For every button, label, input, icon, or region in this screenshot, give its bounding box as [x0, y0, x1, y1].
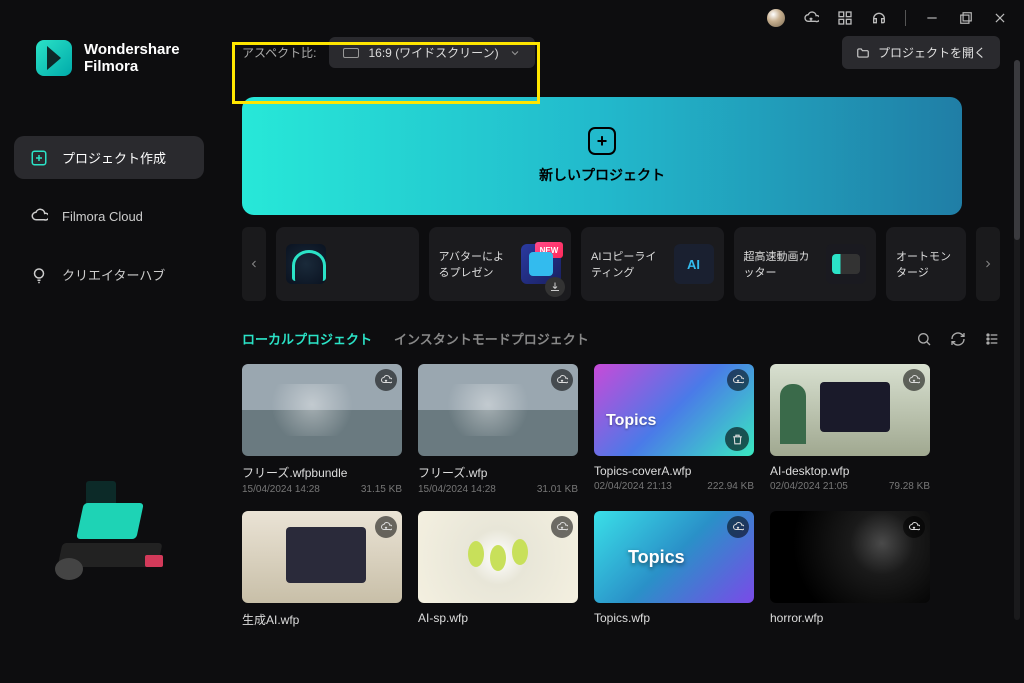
project-thumbnail[interactable]	[770, 511, 930, 603]
cloud-upload-icon[interactable]	[903, 369, 925, 391]
brand-line2: Filmora	[84, 58, 180, 75]
brand-line1: Wondershare	[84, 41, 180, 58]
feature-label: 超高速動画カッター	[744, 248, 819, 280]
ratio-rect-icon	[343, 48, 359, 58]
project-date: 02/04/2024 21:05	[770, 481, 848, 492]
ai-icon	[674, 244, 714, 284]
project-name: Topics.wfp	[594, 611, 754, 625]
lightbulb-icon	[30, 266, 48, 284]
project-thumbnail[interactable]	[242, 364, 402, 456]
carousel-prev-button[interactable]	[242, 227, 266, 301]
headphones-icon	[286, 244, 326, 284]
open-project-label: プロジェクトを開く	[878, 44, 986, 61]
project-name: AI-sp.wfp	[418, 611, 578, 625]
project-size: 31.15 KB	[361, 484, 402, 495]
new-badge: NEW	[535, 242, 563, 258]
plus-icon: +	[588, 127, 616, 155]
sort-icon[interactable]	[984, 331, 1000, 347]
project-thumbnail[interactable]	[242, 511, 402, 603]
feature-card-headphones[interactable]	[276, 227, 419, 301]
project-card[interactable]: フリーズ.wfpbundle 15/04/2024 14:28 31.15 KB	[242, 364, 402, 495]
new-project-button[interactable]: + 新しいプロジェクト	[242, 97, 962, 215]
aspect-ratio-select[interactable]: 16:9 (ワイドスクリーン)	[329, 37, 535, 68]
cloud-upload-icon[interactable]	[551, 516, 573, 538]
sidebar-item-label: プロジェクト作成	[62, 148, 166, 167]
project-date: 15/04/2024 14:28	[242, 484, 320, 495]
project-name: フリーズ.wfp	[418, 464, 578, 481]
sidebar: Wondershare Filmora プロジェクト作成 Filmora Clo…	[0, 0, 218, 683]
sidebar-item-label: クリエイターハブ	[62, 265, 165, 284]
aspect-ratio-label: アスペクト比:	[242, 44, 317, 61]
project-tabs: ローカルプロジェクト インスタントモードプロジェクト	[242, 329, 1000, 348]
project-name: horror.wfp	[770, 611, 930, 625]
feature-card-fast-cutter[interactable]: 超高速動画カッター	[734, 227, 877, 301]
sidebar-item-creator-hub[interactable]: クリエイターハブ	[14, 253, 204, 296]
cloud-upload-icon[interactable]	[375, 516, 397, 538]
project-thumbnail[interactable]	[594, 511, 754, 603]
folder-icon	[856, 46, 870, 60]
project-name: 生成AI.wfp	[242, 611, 402, 628]
project-grid: フリーズ.wfpbundle 15/04/2024 14:2831.15 KB …	[242, 364, 1000, 628]
scrollbar-thumb[interactable]	[1014, 60, 1020, 240]
main-content: アスペクト比: 16:9 (ワイドスクリーン) プロジェクトを開く + 新しいプ…	[218, 0, 1024, 683]
cloud-upload-icon[interactable]	[375, 369, 397, 391]
project-card[interactable]: フリーズ.wfp 15/04/2024 14:28 31.01 KB	[418, 364, 578, 495]
project-name: AI-desktop.wfp	[770, 464, 930, 478]
film-cutter-icon	[826, 244, 866, 284]
project-name: フリーズ.wfpbundle	[242, 464, 402, 481]
cloud-icon	[30, 207, 48, 225]
carousel-next-button[interactable]	[976, 227, 1000, 301]
new-project-label: 新しいプロジェクト	[539, 165, 665, 185]
sidebar-item-label: Filmora Cloud	[62, 209, 143, 224]
sidebar-item-filmora-cloud[interactable]: Filmora Cloud	[14, 195, 204, 237]
project-card[interactable]: Topics-coverA.wfp 02/04/2024 21:13 222.94…	[594, 364, 754, 495]
tab-instant-mode-projects[interactable]: インスタントモードプロジェクト	[394, 329, 589, 348]
cloud-upload-icon[interactable]	[903, 516, 925, 538]
scrollbar[interactable]	[1014, 60, 1020, 620]
project-name: Topics-coverA.wfp	[594, 464, 754, 478]
project-card[interactable]: AI-sp.wfp	[418, 511, 578, 628]
cloud-upload-icon[interactable]	[727, 369, 749, 391]
project-date: 02/04/2024 21:13	[594, 481, 672, 492]
open-project-button[interactable]: プロジェクトを開く	[842, 36, 1000, 69]
project-thumbnail[interactable]	[418, 364, 578, 456]
feature-card-auto-montage[interactable]: オートモンタージ	[886, 227, 966, 301]
project-thumbnail[interactable]	[770, 364, 930, 456]
project-size: 222.94 KB	[707, 481, 754, 492]
feature-carousel: アバターによるプレゼン NEW AIコピーライティング 超高速動画カッター オー…	[242, 227, 1000, 301]
cloud-upload-icon[interactable]	[727, 516, 749, 538]
project-size: 31.01 KB	[537, 484, 578, 495]
feature-card-ai-copywriting[interactable]: AIコピーライティング	[581, 227, 724, 301]
sidebar-item-create-project[interactable]: プロジェクト作成	[14, 136, 204, 179]
refresh-icon[interactable]	[950, 331, 966, 347]
project-date: 15/04/2024 14:28	[418, 484, 496, 495]
project-thumbnail[interactable]	[594, 364, 754, 456]
project-card[interactable]: horror.wfp	[770, 511, 930, 628]
project-card[interactable]: Topics.wfp	[594, 511, 754, 628]
chevron-down-icon	[509, 47, 521, 59]
top-toolbar: アスペクト比: 16:9 (ワイドスクリーン) プロジェクトを開く	[242, 36, 1000, 69]
app-logo: Wondershare Filmora	[36, 40, 204, 76]
plus-square-icon	[30, 149, 48, 167]
feature-label: アバターによるプレゼン	[439, 248, 514, 280]
aspect-ratio-value: 16:9 (ワイドスクリーン)	[369, 44, 499, 61]
feature-label: オートモンタージ	[896, 248, 956, 280]
feature-label: AIコピーライティング	[591, 248, 666, 280]
trash-icon[interactable]	[725, 427, 749, 451]
tab-local-projects[interactable]: ローカルプロジェクト	[242, 329, 372, 348]
project-card[interactable]: 生成AI.wfp	[242, 511, 402, 628]
project-card[interactable]: AI-desktop.wfp 02/04/2024 21:05 79.28 KB	[770, 364, 930, 495]
logo-mark-icon	[36, 40, 72, 76]
sidebar-illustration	[50, 463, 170, 583]
download-icon[interactable]	[545, 277, 565, 297]
project-size: 79.28 KB	[889, 481, 930, 492]
feature-card-avatar-presentation[interactable]: アバターによるプレゼン NEW	[429, 227, 572, 301]
project-thumbnail[interactable]	[418, 511, 578, 603]
search-icon[interactable]	[916, 331, 932, 347]
cloud-upload-icon[interactable]	[551, 369, 573, 391]
